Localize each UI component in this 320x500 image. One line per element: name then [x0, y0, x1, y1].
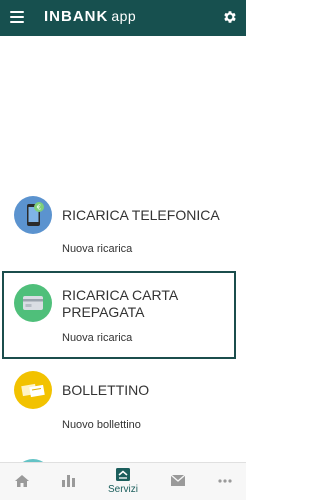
svg-text:€: €: [37, 204, 41, 212]
more-icon: [218, 479, 232, 483]
service-subtitle[interactable]: Nuova ricarica: [62, 332, 132, 344]
app-brand: INBANK app: [44, 8, 136, 25]
service-subtitle[interactable]: Nuova ricarica: [62, 243, 132, 255]
nav-servizi-label: Servizi: [107, 484, 138, 495]
nav-messages[interactable]: [156, 463, 200, 500]
service-bollettino[interactable]: BOLLETTINO Nuovo bollettino: [0, 364, 246, 444]
bottom-navigation: Servizi: [0, 462, 246, 500]
service-title: BOLLETTINO: [62, 382, 150, 398]
bill-icon: [14, 371, 52, 409]
chart-icon: [62, 475, 75, 487]
nav-analytics[interactable]: [46, 463, 90, 500]
service-ricarica-telefonica[interactable]: € RICARICA TELEFONICA Nuova ricarica: [0, 190, 246, 270]
servizi-icon: [116, 468, 130, 481]
gear-icon[interactable]: [222, 9, 238, 25]
app-header: INBANK app: [0, 0, 246, 36]
nav-servizi[interactable]: Servizi: [101, 463, 145, 500]
service-ricarica-carta-prepagata[interactable]: RICARICA CARTA PREPAGATA Nuova ricarica: [0, 271, 246, 359]
hamburger-menu-icon[interactable]: [10, 11, 24, 23]
brand-suffix: app: [111, 8, 137, 24]
credit-card-icon: [14, 284, 52, 322]
service-title: RICARICA TELEFONICA: [62, 207, 220, 223]
service-subtitle[interactable]: Nuovo bollettino: [62, 419, 141, 431]
service-title: RICARICA CARTA PREPAGATA: [62, 287, 178, 320]
phone-euro-icon: €: [14, 196, 52, 234]
mail-icon: [171, 475, 185, 486]
home-icon: [15, 475, 29, 487]
brand-name: INBANK: [44, 8, 109, 25]
nav-home[interactable]: [0, 463, 44, 500]
nav-more[interactable]: [202, 463, 246, 500]
service-next-partial[interactable]: [0, 448, 246, 462]
